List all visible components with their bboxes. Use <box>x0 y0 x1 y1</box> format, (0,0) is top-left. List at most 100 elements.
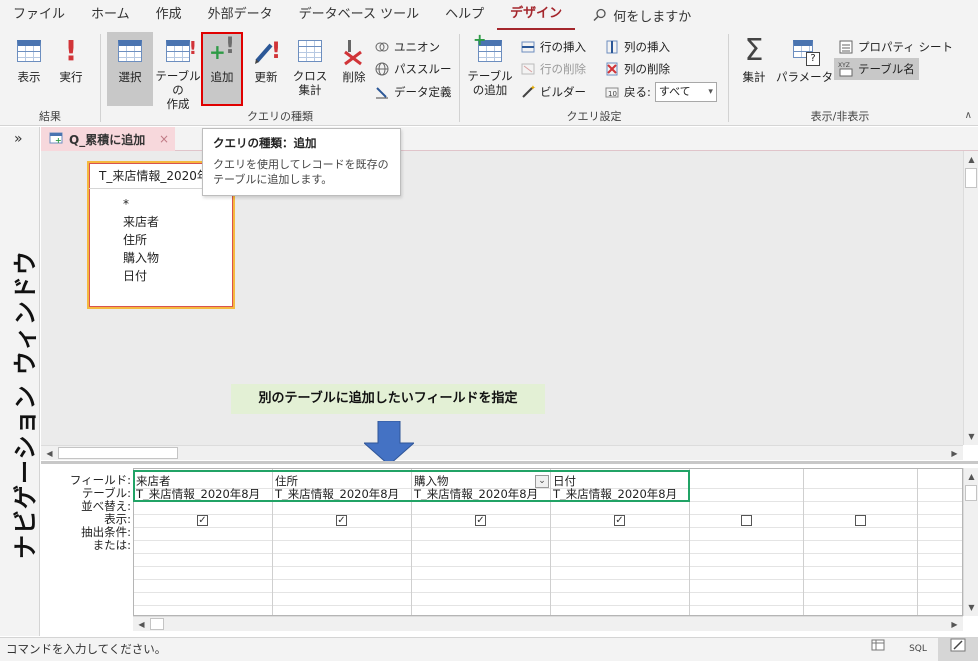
show-checkbox[interactable] <box>741 515 752 526</box>
scroll-up-icon[interactable]: ▲ <box>965 470 978 483</box>
design-view-button[interactable] <box>938 638 978 661</box>
group-show-hide-label: 表示/非表示 <box>810 110 870 123</box>
canvas-horizontal-scrollbar[interactable]: ◀ ▶ <box>41 445 963 460</box>
scroll-right-icon[interactable]: ▶ <box>948 447 961 460</box>
sql-view-button[interactable]: SQL <box>898 638 938 661</box>
parameters-label: パラメーター <box>776 70 845 84</box>
append-tooltip: クエリの種類：追加 クエリを使用してレコードを既存のテーブルに追加します。 <box>202 128 401 196</box>
tab-design[interactable]: デザイン <box>497 0 576 30</box>
view-button[interactable]: 表示 <box>6 32 52 106</box>
show-checkbox[interactable]: ✓ <box>336 515 347 526</box>
datasheet-icon <box>871 639 885 651</box>
table-names-button[interactable]: XYZ テーブル名 <box>834 58 919 80</box>
scroll-thumb[interactable] <box>58 447 178 459</box>
field-list-item[interactable]: 日付 <box>123 267 233 285</box>
insert-rows-button[interactable]: 行の挿入 <box>520 36 586 58</box>
group-results-label: 結果 <box>39 110 61 123</box>
grid-horizontal-scrollbar[interactable]: ◀ ▶ <box>133 616 963 631</box>
run-label: 実行 <box>59 70 83 84</box>
delete-columns-label: 列の削除 <box>624 62 670 76</box>
add-table-button[interactable]: + テーブル の追加 <box>466 30 514 106</box>
crosstab-query-button[interactable]: クロス 集計 <box>287 32 333 106</box>
make-table-button[interactable]: ! テーブルの 作成 <box>153 32 203 111</box>
show-checkbox[interactable]: ✓ <box>475 515 486 526</box>
property-sheet-button[interactable]: プロパティ シート <box>838 36 953 58</box>
grid-row-labels: フィールド: テーブル: 並べ替え: 表示: 抽出条件: または: <box>41 464 133 616</box>
design-view-icon <box>950 638 966 652</box>
scroll-right-icon[interactable]: ▶ <box>948 618 961 631</box>
run-button[interactable]: ! 実行 <box>48 32 94 106</box>
return-select[interactable]: すべて <box>654 82 717 102</box>
data-definition-button[interactable]: データ定義 <box>374 81 452 103</box>
property-sheet-icon <box>838 39 854 55</box>
return-icon: 10 <box>604 84 620 100</box>
grid-column[interactable] <box>690 469 804 615</box>
search-icon <box>593 8 606 22</box>
group-query-setup: + テーブル の追加 行の挿入 行の削除 ✦ ビルダー 列の挿入 列の削除 10… <box>462 30 726 126</box>
scroll-thumb[interactable] <box>965 168 977 188</box>
append-icon: + ! <box>209 34 236 64</box>
table-names-label: テーブル名 <box>858 62 915 76</box>
parameters-button[interactable]: ? パラメーター <box>776 32 845 106</box>
collapse-ribbon-icon[interactable]: ∧ <box>965 110 972 121</box>
data-definition-icon <box>374 84 390 100</box>
field-list-item[interactable]: * <box>123 195 233 213</box>
builder-button[interactable]: ✦ ビルダー <box>520 81 586 103</box>
navigation-pane[interactable]: » ナビゲーション ウィンドウ <box>0 127 40 636</box>
union-icon <box>374 39 390 55</box>
scroll-down-icon[interactable]: ▼ <box>965 601 978 614</box>
delete-query-button[interactable]: 削除 <box>334 32 374 106</box>
tab-database-tools[interactable]: データベース ツール <box>286 0 432 30</box>
update-label: 更新 <box>254 70 278 84</box>
tab-file[interactable]: ファイル <box>0 0 78 30</box>
scroll-thumb[interactable] <box>150 618 164 630</box>
insert-rows-label: 行の挿入 <box>540 40 586 54</box>
view-label: 表示 <box>17 70 41 84</box>
grid-vertical-scrollbar[interactable]: ▲ ▼ <box>963 468 978 616</box>
status-text: コマンドを入力してください。 <box>6 642 167 656</box>
show-checkbox[interactable]: ✓ <box>197 515 208 526</box>
select-query-button[interactable]: 選択 <box>107 32 153 106</box>
field-list-item[interactable]: 住所 <box>123 231 233 249</box>
svg-text:10: 10 <box>608 90 617 98</box>
ribbon: 表示 ! 実行 結果 選択 ! テーブルの 作成 + ! 追加 ! 更新 クロス… <box>0 30 978 126</box>
builder-label: ビルダー <box>540 85 586 99</box>
delete-rows-button[interactable]: 行の削除 <box>520 58 586 80</box>
field-list-item[interactable]: 来店者 <box>123 213 233 231</box>
tab-external-data[interactable]: 外部データ <box>195 0 286 30</box>
insert-columns-button[interactable]: 列の挿入 <box>604 36 670 58</box>
tab-home[interactable]: ホーム <box>78 0 143 30</box>
tell-me-box[interactable]: 何をしますか <box>575 6 691 25</box>
update-pencil-icon: ! <box>251 36 281 66</box>
scroll-up-icon[interactable]: ▲ <box>965 153 978 166</box>
scroll-left-icon[interactable]: ◀ <box>43 447 56 460</box>
select-query-icon <box>115 36 145 66</box>
down-arrow-icon <box>364 421 414 465</box>
expand-nav-icon[interactable]: » <box>14 131 23 147</box>
delete-columns-button[interactable]: 列の削除 <box>604 58 670 80</box>
show-checkbox[interactable]: ✓ <box>614 515 625 526</box>
field-list-item[interactable]: 購入物 <box>123 249 233 267</box>
group-query-type: 選択 ! テーブルの 作成 + ! 追加 ! 更新 クロス 集計 削除 ユニオン… <box>104 30 456 126</box>
totals-label: 集計 <box>742 70 766 84</box>
append-query-button[interactable]: + ! 追加 <box>201 32 243 106</box>
scroll-thumb[interactable] <box>965 485 977 501</box>
canvas-vertical-scrollbar[interactable]: ▲ ▼ <box>963 151 978 445</box>
tab-help[interactable]: ヘルプ <box>432 0 497 30</box>
union-button[interactable]: ユニオン <box>374 36 440 58</box>
scroll-down-icon[interactable]: ▼ <box>965 430 978 443</box>
tab-query-document[interactable]: + Q_累積に追加 × <box>41 127 175 151</box>
totals-button[interactable]: Σ 集計 <box>734 32 774 106</box>
crosstab-icon <box>295 36 325 66</box>
datasheet-view-button[interactable] <box>858 638 898 661</box>
tooltip-title: クエリの種類：追加 <box>213 136 317 150</box>
show-checkbox[interactable] <box>855 515 866 526</box>
passthrough-button[interactable]: パススルー <box>374 58 452 80</box>
update-query-button[interactable]: ! 更新 <box>245 32 287 106</box>
scroll-left-icon[interactable]: ◀ <box>135 618 148 631</box>
tab-create[interactable]: 作成 <box>143 0 195 30</box>
grid-column[interactable] <box>804 469 918 615</box>
close-tab-icon[interactable]: × <box>159 132 169 146</box>
svg-text:+: + <box>55 136 62 145</box>
parameters-icon: ? <box>790 36 820 66</box>
